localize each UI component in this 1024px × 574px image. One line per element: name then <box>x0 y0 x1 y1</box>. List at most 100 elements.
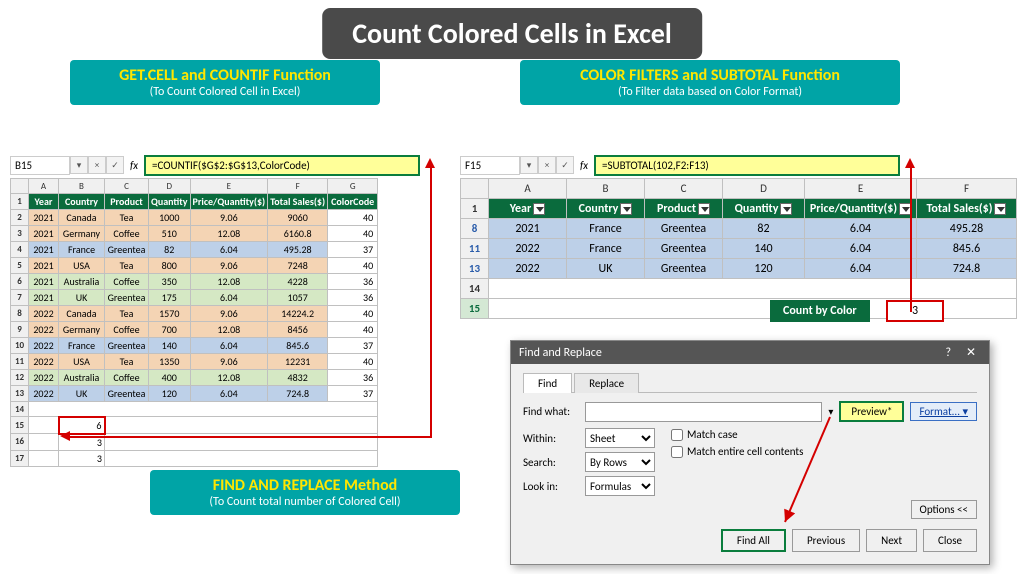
cell[interactable]: 2022 <box>489 239 567 259</box>
col-header[interactable]: F <box>917 179 1017 199</box>
cell[interactable]: Greentea <box>645 239 723 259</box>
row-header[interactable]: 9 <box>11 322 29 338</box>
enter-icon[interactable]: ✓ <box>556 156 574 174</box>
cell[interactable]: 40 <box>328 354 378 370</box>
format-button[interactable]: Format... <box>910 402 977 421</box>
dialog-titlebar[interactable]: Find and Replace ? ✕ <box>511 341 989 364</box>
cell[interactable]: UK <box>567 259 645 279</box>
cell[interactable]: 2022 <box>489 259 567 279</box>
cell[interactable]: 14224.2 <box>268 306 328 322</box>
row-header[interactable]: 11 <box>461 239 489 259</box>
find-all-button[interactable]: Find All <box>721 529 786 552</box>
cell[interactable]: 2022 <box>29 370 59 386</box>
cell[interactable]: 37 <box>328 338 378 354</box>
cell[interactable]: 6.04 <box>805 219 917 239</box>
col-header[interactable]: D <box>723 179 805 199</box>
close-button[interactable]: Close <box>923 529 977 552</box>
cell[interactable]: Coffee <box>105 274 149 290</box>
cell[interactable]: 120 <box>149 386 191 402</box>
cell[interactable]: Greentea <box>105 290 149 306</box>
col-header[interactable]: D <box>149 179 191 194</box>
cell[interactable]: 37 <box>328 242 378 258</box>
table-header[interactable]: Quantity <box>149 194 191 210</box>
cell[interactable]: Tea <box>105 306 149 322</box>
formula-input-right[interactable]: =SUBTOTAL(102,F2:F13) <box>594 155 900 176</box>
cell[interactable]: 40 <box>328 210 378 226</box>
cell[interactable]: France <box>59 338 105 354</box>
name-box[interactable]: F15 <box>460 156 520 175</box>
row-header[interactable]: 8 <box>11 306 29 322</box>
cell[interactable]: 6.04 <box>190 290 268 306</box>
cell[interactable]: Greentea <box>105 386 149 402</box>
result-cell[interactable]: 3 <box>59 450 105 466</box>
cell[interactable]: 120 <box>723 259 805 279</box>
search-combo[interactable]: By Rows <box>585 452 655 472</box>
cell[interactable]: Tea <box>105 354 149 370</box>
row-header[interactable]: 8 <box>461 219 489 239</box>
lookin-combo[interactable]: Formulas <box>585 476 655 496</box>
cell[interactable]: 40 <box>328 322 378 338</box>
cancel-icon[interactable]: × <box>88 156 106 174</box>
cell[interactable]: 9.06 <box>190 354 268 370</box>
cell[interactable]: 1057 <box>268 290 328 306</box>
row-header[interactable]: 12 <box>11 370 29 386</box>
cell[interactable]: 36 <box>328 274 378 290</box>
cell[interactable]: UK <box>59 290 105 306</box>
table-header[interactable]: Total Sales($) <box>268 194 328 210</box>
previous-button[interactable]: Previous <box>792 529 860 552</box>
cell[interactable]: Greentea <box>645 259 723 279</box>
cell[interactable]: 2022 <box>29 338 59 354</box>
tab-replace[interactable]: Replace <box>574 373 639 393</box>
cell[interactable]: 2021 <box>29 274 59 290</box>
col-header[interactable]: C <box>645 179 723 199</box>
row-header[interactable]: 10 <box>11 338 29 354</box>
name-box-dropdown-icon[interactable]: ▾ <box>520 156 538 174</box>
cell[interactable]: 36 <box>328 290 378 306</box>
cell[interactable]: 2021 <box>29 210 59 226</box>
col-header[interactable]: B <box>59 179 105 194</box>
cell[interactable]: 1350 <box>149 354 191 370</box>
row-header[interactable]: 14 <box>461 279 489 299</box>
fx-icon[interactable]: fx <box>124 159 144 172</box>
cell[interactable]: 9060 <box>268 210 328 226</box>
cell[interactable]: USA <box>59 258 105 274</box>
preview-button[interactable]: Preview* <box>839 401 904 422</box>
cell[interactable]: 2022 <box>29 322 59 338</box>
filter-icon[interactable] <box>620 203 632 215</box>
col-header[interactable]: G <box>328 179 378 194</box>
row-header[interactable]: 7 <box>11 290 29 306</box>
cell[interactable]: 12.08 <box>190 370 268 386</box>
cell[interactable]: 140 <box>149 338 191 354</box>
cell[interactable]: USA <box>59 354 105 370</box>
row-header[interactable]: 5 <box>11 258 29 274</box>
row-header[interactable]: 3 <box>11 226 29 242</box>
fx-icon[interactable]: fx <box>574 159 594 172</box>
table-header[interactable]: Total Sales($) <box>917 199 1017 219</box>
col-header[interactable]: E <box>190 179 268 194</box>
cell[interactable]: 40 <box>328 306 378 322</box>
row-header[interactable]: 1 <box>11 194 29 210</box>
row-header[interactable]: 4 <box>11 242 29 258</box>
filter-icon[interactable] <box>994 203 1006 215</box>
cell[interactable]: 4832 <box>268 370 328 386</box>
filter-icon[interactable] <box>533 203 545 215</box>
cell[interactable]: 2021 <box>489 219 567 239</box>
formula-input-left[interactable]: =COUNTIF($G$2:$G$13,ColorCode) <box>144 155 420 176</box>
table-header[interactable]: Country <box>567 199 645 219</box>
cell[interactable]: 9.06 <box>190 306 268 322</box>
cell[interactable]: 40 <box>328 226 378 242</box>
cell[interactable]: 140 <box>723 239 805 259</box>
cell[interactable]: 2022 <box>29 386 59 402</box>
filter-icon[interactable] <box>780 203 792 215</box>
cell[interactable]: 845.6 <box>268 338 328 354</box>
cell[interactable]: 2021 <box>29 258 59 274</box>
cell[interactable]: 12.08 <box>190 226 268 242</box>
cell[interactable]: Coffee <box>105 370 149 386</box>
cell[interactable]: 175 <box>149 290 191 306</box>
cell[interactable]: Australia <box>59 370 105 386</box>
cell[interactable]: 9.06 <box>190 258 268 274</box>
help-icon[interactable]: ? <box>938 346 958 360</box>
cell[interactable]: 724.8 <box>917 259 1017 279</box>
cell[interactable]: 6.04 <box>190 242 268 258</box>
col-header[interactable]: A <box>29 179 59 194</box>
